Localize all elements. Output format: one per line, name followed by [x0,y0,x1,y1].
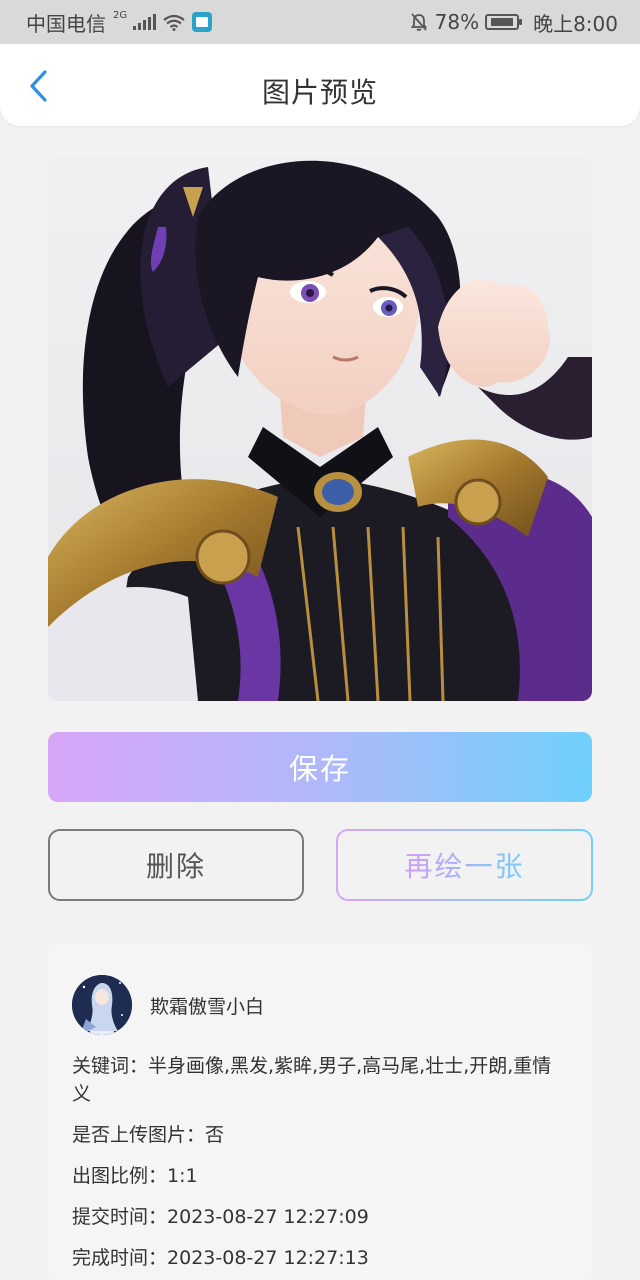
image-info-card: 欺霜傲雪小白 关键词：半身画像,黑发,紫眸,男子,高马尾,壮士,开朗,重情义 是… [48,944,592,1280]
carrier-label: 中国电信 [26,11,106,36]
submit-time-row: 提交时间：2023-08-27 12:27:09 [72,1203,568,1231]
delete-button[interactable]: 删除 [48,829,304,901]
save-button[interactable]: 保存 [48,732,592,802]
network-type: 2G [113,9,128,21]
author-name: 欺霜傲雪小白 [150,995,265,1018]
upload-row: 是否上传图片：否 [72,1121,568,1149]
finish-time-label: 完成时间： [72,1247,168,1269]
status-left: 中国电信 2G [26,8,213,37]
keywords-row: 关键词：半身画像,黑发,紫眸,男子,高马尾,壮士,开朗,重情义 [72,1052,568,1108]
signal-icon [133,14,157,30]
wifi-icon [163,14,185,31]
redraw-button-label: 再绘一张 [404,845,524,885]
avatar-image [72,975,132,1035]
redraw-button[interactable]: 再绘一张 [336,829,593,901]
page-title: 图片预览 [261,76,378,109]
anime-portrait-image [48,157,592,701]
bell-muted-icon [410,13,427,31]
upload-value: 否 [205,1124,225,1146]
avatar[interactable] [72,975,132,1035]
submit-time-label: 提交时间： [72,1206,168,1228]
clock: 晚上8:00 [533,11,618,36]
battery-icon [485,14,523,30]
ratio-label: 出图比例： [72,1165,168,1187]
ratio-value: 1:1 [167,1165,198,1187]
author-row: 欺霜傲雪小白 [72,974,568,1036]
app-notification-icon [192,12,213,32]
redraw-button-inner: 再绘一张 [338,831,591,899]
generated-image-preview[interactable] [48,157,592,701]
finish-time-value: 2023-08-27 12:27:13 [167,1247,369,1269]
status-bar: 中国电信 2G 78% 晚上8:00 [0,0,640,44]
upload-label: 是否上传图片： [72,1124,206,1146]
submit-time-value: 2023-08-27 12:27:09 [167,1206,369,1228]
battery-percent: 78% [434,10,480,34]
finish-time-row: 完成时间：2023-08-27 12:27:13 [72,1244,568,1272]
keywords-label: 关键词： [72,1055,149,1077]
ratio-row: 出图比例：1:1 [72,1162,568,1190]
status-right: 78% 晚上8:00 [409,8,618,37]
top-nav-bar: 图片预览 [0,44,640,126]
